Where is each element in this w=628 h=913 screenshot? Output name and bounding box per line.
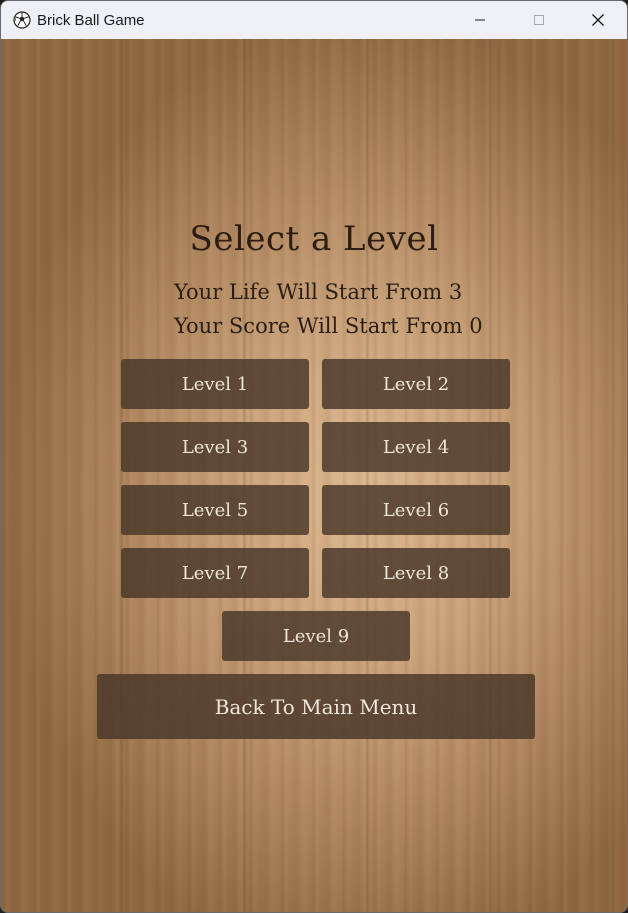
maximize-button[interactable]	[509, 1, 568, 39]
level-9-button[interactable]: Level 9	[222, 611, 410, 661]
minimize-button[interactable]	[450, 1, 509, 39]
title-bar[interactable]: Brick Ball Game	[1, 1, 627, 39]
level-5-button[interactable]: Level 5	[121, 485, 309, 535]
level-1-button[interactable]: Level 1	[121, 359, 309, 409]
back-to-main-menu-button[interactable]: Back To Main Menu	[97, 674, 535, 739]
level-3-button[interactable]: Level 3	[121, 422, 309, 472]
level-7-button[interactable]: Level 7	[121, 548, 309, 598]
level-8-button[interactable]: Level 8	[322, 548, 510, 598]
minimize-icon	[474, 19, 485, 21]
soccer-ball-icon	[11, 9, 33, 31]
close-button[interactable]	[568, 1, 627, 39]
page-title: Select a Level	[189, 219, 439, 259]
app-window: Brick Ball Game Select a Level Your Life…	[0, 0, 628, 913]
level-2-button[interactable]: Level 2	[322, 359, 510, 409]
window-title: Brick Ball Game	[37, 11, 145, 29]
maximize-icon	[533, 15, 544, 25]
level-select-screen: Select a Level Your Life Will Start From…	[1, 39, 627, 912]
score-info-text: Your Score Will Start From 0	[174, 314, 483, 338]
level-6-button[interactable]: Level 6	[322, 485, 510, 535]
life-info-text: Your Life Will Start From 3	[174, 280, 463, 304]
close-icon	[591, 14, 604, 26]
window-controls	[450, 1, 627, 39]
level-4-button[interactable]: Level 4	[322, 422, 510, 472]
